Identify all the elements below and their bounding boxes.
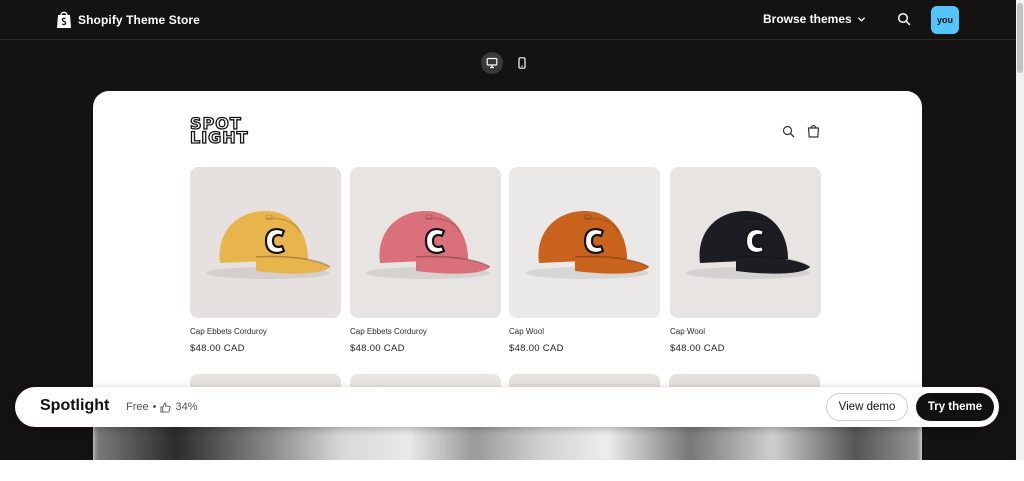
browse-themes-label: Browse themes	[763, 12, 852, 26]
product-card[interactable]: Cap Wool $48.00 CAD	[670, 167, 821, 354]
product-image[interactable]	[350, 167, 501, 318]
mobile-icon	[518, 57, 526, 69]
theme-price: Free	[126, 401, 149, 413]
product-image[interactable]	[190, 167, 341, 318]
shopify-bag-icon	[57, 11, 71, 28]
try-theme-button[interactable]: Try theme	[916, 393, 994, 421]
desktop-icon	[486, 57, 498, 69]
store-logo[interactable]: SPOT LIGHT	[189, 115, 249, 147]
cart-icon[interactable]	[807, 124, 820, 138]
product-name[interactable]: Cap Wool	[670, 327, 821, 336]
product-price: $48.00 CAD	[190, 343, 245, 354]
product-name[interactable]: Cap Wool	[509, 327, 660, 336]
device-toggle	[481, 52, 533, 74]
product-card[interactable]: Cap Wool $48.00 CAD	[509, 167, 660, 354]
viewport: Shopify Theme Store Browse themes you SP…	[0, 0, 1024, 481]
mobile-view-button[interactable]	[511, 52, 533, 74]
product-price: $48.00 CAD	[509, 343, 564, 354]
product-card[interactable]: Cap Ebbets Corduroy $48.00 CAD	[350, 167, 501, 354]
meta-separator: •	[152, 401, 157, 413]
brand-label: Shopify Theme Store	[78, 12, 200, 27]
cap-image	[524, 210, 649, 279]
product-price: $48.00 CAD	[670, 343, 725, 354]
scrollbar[interactable]	[1016, 0, 1024, 460]
top-navigation-bar: Shopify Theme Store Browse themes you	[0, 0, 1016, 40]
product-name[interactable]: Cap Ebbets Corduroy	[350, 327, 501, 336]
theme-meta: Free • 34%	[126, 401, 198, 413]
browse-themes-button[interactable]: Browse themes	[763, 12, 866, 26]
theme-action-bar: Spotlight Free • 34% View demo Try theme	[15, 387, 999, 427]
cap-image	[205, 210, 330, 279]
product-name[interactable]: Cap Ebbets Corduroy	[190, 327, 341, 336]
theme-rating: 34%	[175, 401, 198, 413]
cap-image	[685, 210, 810, 279]
product-image[interactable]	[509, 167, 660, 318]
product-card[interactable]: Cap Ebbets Corduroy $48.00 CAD	[190, 167, 341, 354]
cap-image	[365, 210, 490, 279]
scrollbar-thumb[interactable]	[1017, 3, 1023, 73]
brand-link[interactable]: Shopify Theme Store	[56, 10, 200, 29]
avatar-label: you	[936, 15, 953, 25]
theme-name: Spotlight	[40, 397, 110, 414]
product-image[interactable]	[670, 167, 821, 318]
logo-line-2: LIGHT	[189, 128, 249, 147]
view-demo-button[interactable]: View demo	[826, 393, 908, 421]
chevron-down-icon	[857, 16, 865, 22]
user-avatar[interactable]: you	[931, 6, 959, 34]
product-price: $48.00 CAD	[350, 343, 405, 354]
theme-store-page: Shopify Theme Store Browse themes you SP…	[0, 0, 1016, 460]
search-icon[interactable]	[897, 12, 911, 26]
desktop-view-button[interactable]	[481, 52, 503, 74]
thumbs-up-icon	[160, 402, 172, 413]
store-search-icon[interactable]	[782, 125, 795, 138]
